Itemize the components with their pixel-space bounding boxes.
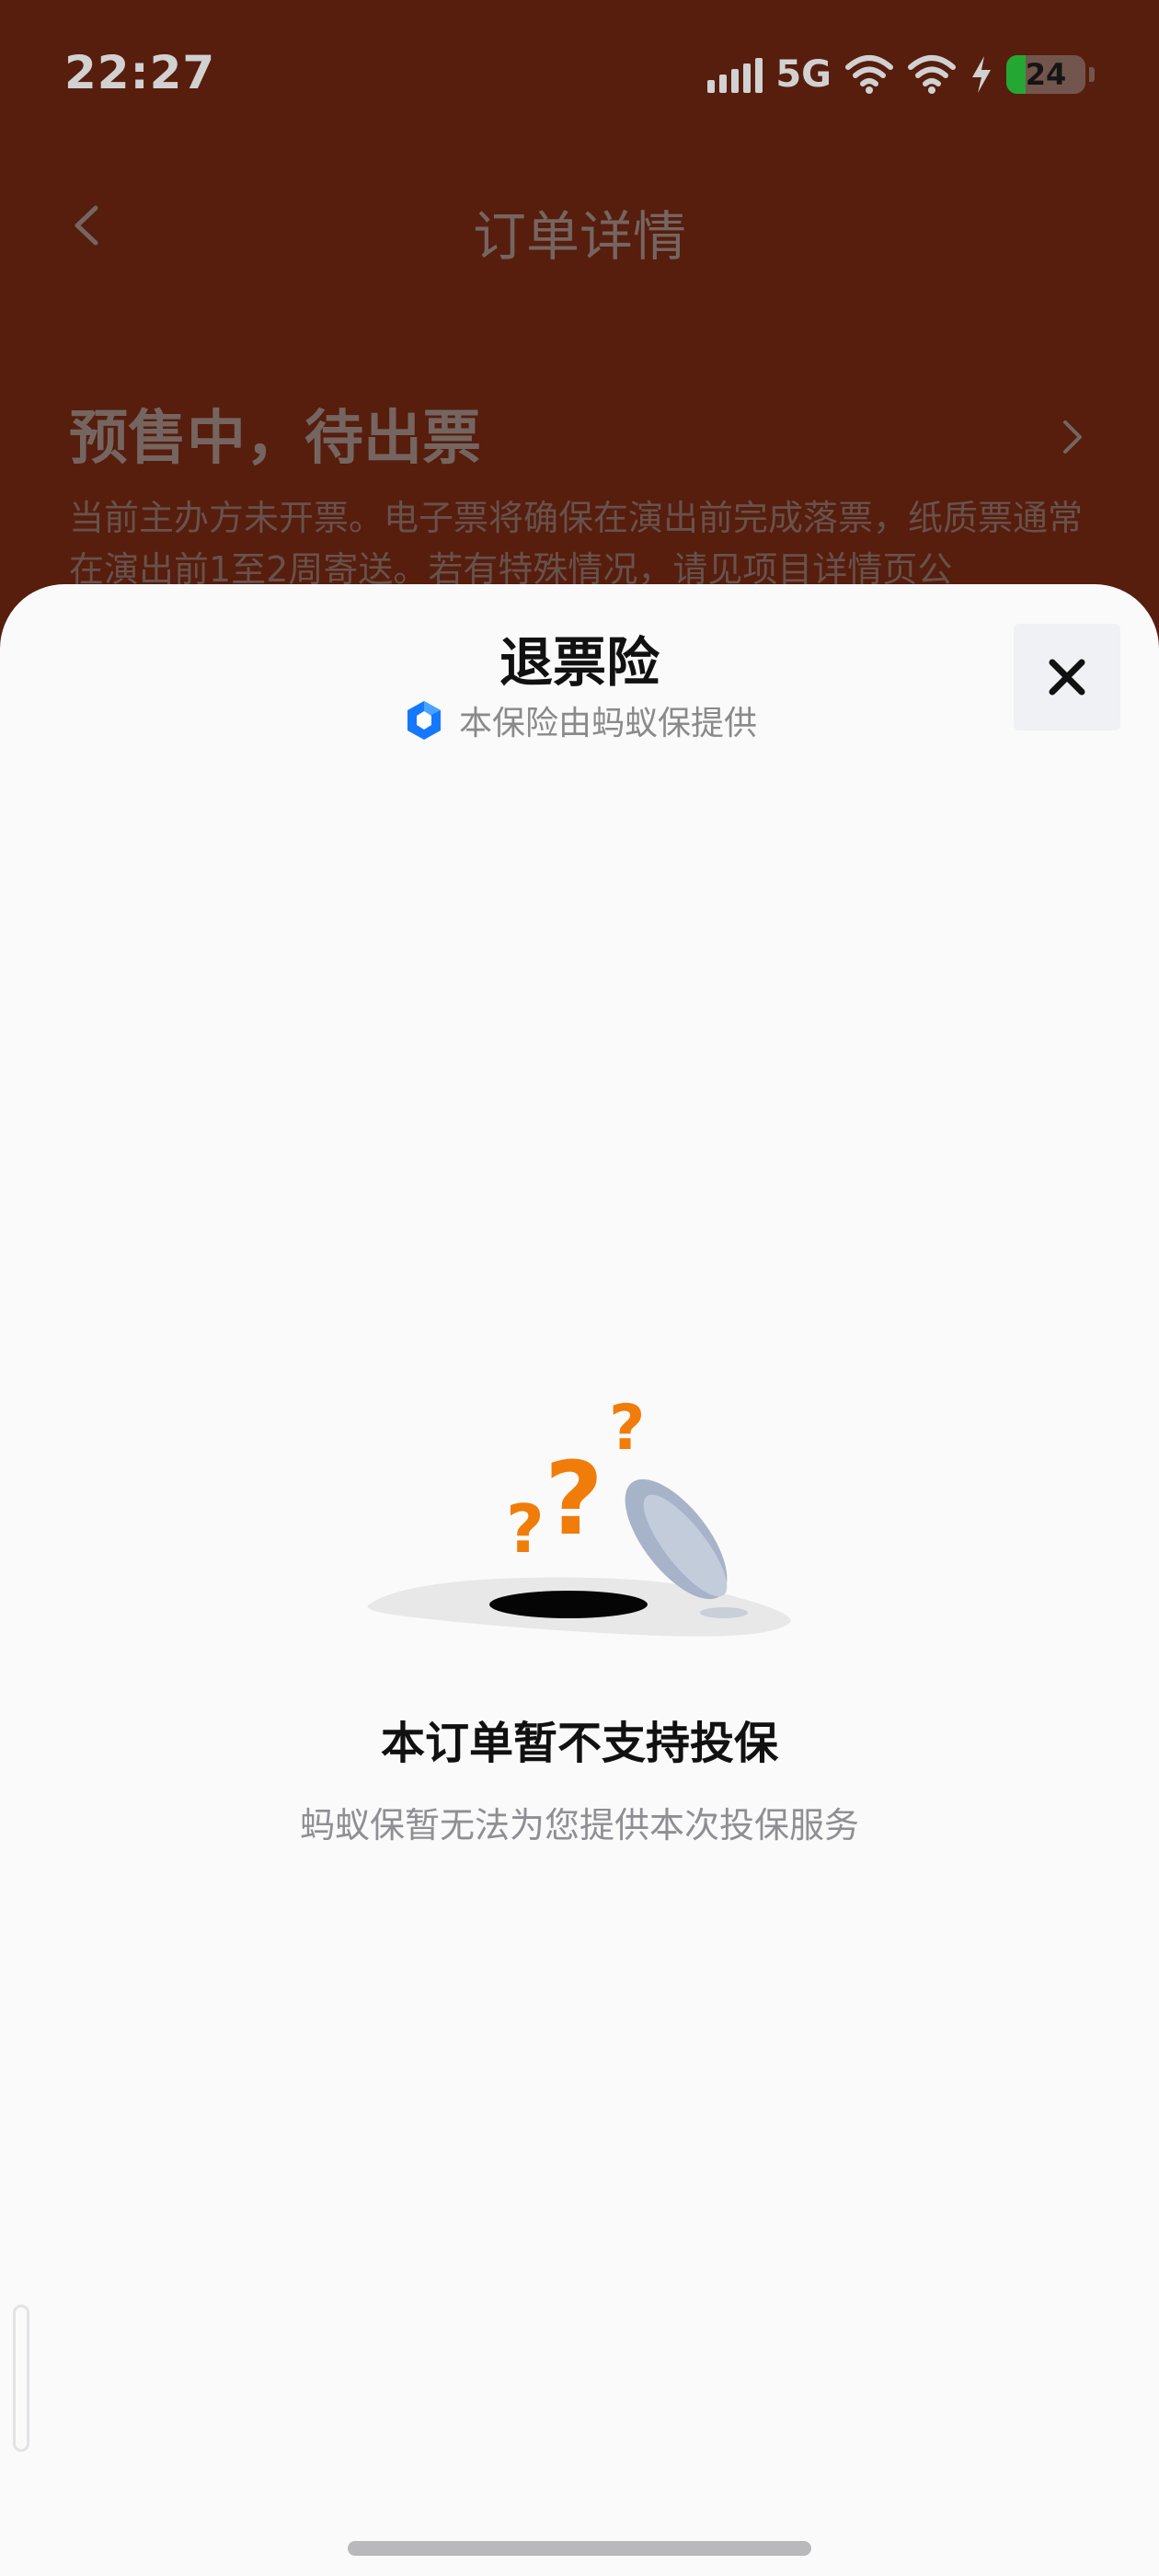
provider-row: 本保险由蚂蚁保提供 <box>0 696 1159 744</box>
order-detail-screen: 22:27 5G 24 订单详情 预售中，待出票 当前主办方未开票。电子票将确保… <box>0 0 1159 2576</box>
refund-insurance-sheet: 退票险 本保险由蚂蚁保提供 ? ? ? 本订单暂不支持投保 蚂蚁保暂无法为您提供… <box>0 584 1159 2576</box>
empty-state-title: 本订单暂不支持投保 <box>380 1718 778 1769</box>
close-button[interactable] <box>1014 624 1120 730</box>
empty-state-illustration: ? ? ? <box>367 1392 791 1637</box>
close-icon <box>1049 659 1085 696</box>
svg-text:?: ? <box>545 1440 603 1558</box>
home-indicator[interactable] <box>348 2541 811 2556</box>
svg-text:?: ? <box>506 1490 545 1568</box>
empty-state-subtitle: 蚂蚁保暂无法为您提供本次投保服务 <box>299 1805 859 1846</box>
svg-text:?: ? <box>609 1392 645 1465</box>
provider-text: 本保险由蚂蚁保提供 <box>458 705 757 742</box>
sheet-title: 退票险 <box>499 631 660 694</box>
ant-insurance-logo-icon <box>407 701 441 740</box>
scroll-indicator <box>13 2305 29 2452</box>
